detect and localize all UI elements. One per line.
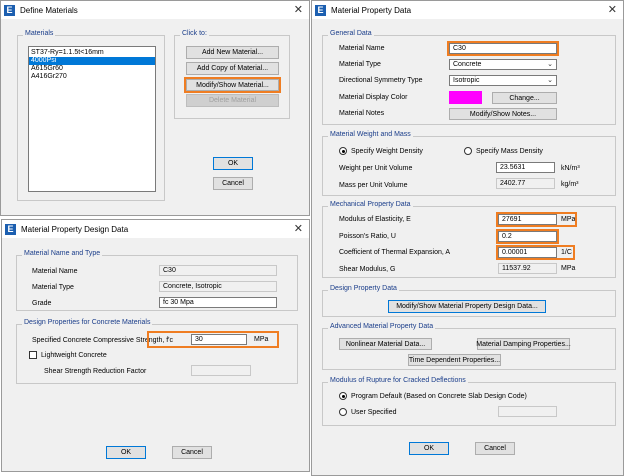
display-color-swatch (449, 91, 482, 104)
weight-per-volume-field[interactable]: 23.5631 (496, 162, 555, 173)
poisson-highlight (496, 229, 559, 244)
specify-weight-label: Specify Weight Density (351, 148, 423, 155)
mechanical-title: Mechanical Property Data (328, 201, 413, 208)
shear-reduction-field (191, 365, 251, 376)
modify-notes-button[interactable]: Modify/Show Notes... (449, 108, 557, 120)
close-icon[interactable]: ✕ (608, 3, 617, 17)
thermal-expansion-label: Coefficient of Thermal Expansion, A (339, 249, 451, 256)
cancel-button[interactable]: Cancel (213, 177, 253, 190)
material-property-window: E Material Property Data ✕ General Data … (311, 0, 624, 476)
lightweight-label: Lightweight Concrete (41, 352, 107, 359)
list-item-selected[interactable]: 4000Psi (29, 57, 155, 65)
design-data-window: E Material Property Design Data ✕ Materi… (1, 219, 310, 472)
etabs-app-icon: E (315, 4, 326, 16)
materials-group: Materials ST37-Ry=1.1.5t<16mm 4000Psi A6… (17, 30, 165, 201)
define-materials-titlebar: E Define Materials ✕ (1, 1, 309, 19)
etabs-app-icon: E (5, 223, 16, 235)
display-color-label: Material Display Color (339, 94, 408, 101)
mass-per-volume-label: Mass per Unit Volume (339, 182, 408, 189)
elasticity-label: Modulus of Elasticity, E (339, 216, 411, 223)
delete-material-button[interactable]: Delete Material (186, 94, 279, 107)
grade-label: Grade (32, 300, 52, 307)
cancel-button[interactable]: Cancel (172, 446, 212, 459)
shear-modulus-field: 11537.92 (498, 263, 557, 274)
window-title: Material Property Design Data (21, 224, 129, 234)
window-title: Material Property Data (331, 5, 412, 15)
specify-mass-label: Specify Mass Density (476, 148, 543, 155)
thermal-expansion-highlight (496, 245, 575, 260)
weight-mass-title: Material Weight and Mass (328, 131, 413, 138)
user-specified-field (498, 406, 557, 417)
damping-properties-button[interactable]: Material Damping Properties... (476, 338, 571, 350)
close-icon[interactable]: ✕ (294, 222, 303, 236)
ok-button[interactable]: OK (409, 442, 449, 455)
material-name-label: Material Name (339, 45, 385, 52)
design-data-button[interactable]: Modify/Show Material Property Design Dat… (388, 300, 546, 313)
materials-list[interactable]: ST37-Ry=1.1.5t<16mm 4000Psi A615Gr60 A41… (28, 46, 156, 192)
shear-modulus-unit: MPa (561, 265, 576, 272)
nonlinear-data-button[interactable]: Nonlinear Material Data... (339, 338, 432, 350)
material-type-value: Concrete (453, 61, 482, 68)
change-color-button[interactable]: Change... (492, 92, 557, 104)
material-property-titlebar: E Material Property Data ✕ (312, 1, 623, 19)
list-item[interactable]: ST37-Ry=1.1.5t<16mm (29, 49, 155, 57)
symmetry-type-select[interactable]: Isotropic ⌄ (449, 75, 557, 86)
symmetry-type-value: Isotropic (453, 77, 480, 84)
specify-mass-radio[interactable] (464, 147, 472, 155)
material-type-label: Material Type (32, 284, 74, 291)
material-type-select[interactable]: Concrete ⌄ (449, 59, 557, 70)
chevron-down-icon: ⌄ (547, 60, 553, 68)
design-property-title: Design Property Data (328, 285, 399, 292)
material-name-label: Material Name (32, 268, 78, 275)
shear-modulus-label: Shear Modulus, G (339, 266, 396, 273)
user-specified-radio[interactable] (339, 408, 347, 416)
cancel-button[interactable]: Cancel (475, 442, 515, 455)
general-data-title: General Data (328, 30, 374, 37)
user-specified-label: User Specified (351, 409, 397, 416)
specify-weight-radio[interactable] (339, 147, 347, 155)
ok-button[interactable]: OK (106, 446, 146, 459)
program-default-label: Program Default (Based on Concrete Slab … (351, 393, 527, 400)
concrete-props-title: Design Properties for Concrete Materials (22, 319, 153, 326)
lightweight-checkbox[interactable] (29, 351, 37, 359)
program-default-radio[interactable] (339, 392, 347, 400)
list-item[interactable]: A615Gr60 (29, 65, 155, 73)
ok-button[interactable]: OK (213, 157, 253, 170)
weight-unit: kN/m³ (561, 165, 580, 172)
elasticity-highlight (496, 212, 577, 227)
list-item[interactable]: A416Gr270 (29, 73, 155, 81)
grade-field[interactable]: fc 30 Mpa (159, 297, 277, 308)
material-type-field: Concrete, Isotropic (159, 281, 277, 292)
poisson-label: Poisson's Ratio, U (339, 233, 396, 240)
close-icon[interactable]: ✕ (294, 3, 303, 17)
materials-group-title: Materials (23, 30, 56, 37)
etabs-app-icon: E (4, 4, 15, 16)
symmetry-type-label: Directional Symmetry Type (339, 77, 423, 84)
weight-per-volume-label: Weight per Unit Volume (339, 165, 413, 172)
design-data-titlebar: E Material Property Design Data ✕ (2, 220, 309, 238)
define-materials-window: E Define Materials ✕ Materials ST37-Ry=1… (0, 0, 310, 216)
rupture-group: Modulus of Rupture for Cracked Deflectio… (322, 377, 616, 426)
name-type-title: Material Name and Type (22, 250, 103, 257)
rupture-title: Modulus of Rupture for Cracked Deflectio… (328, 377, 468, 384)
add-new-material-button[interactable]: Add New Material... (186, 46, 279, 59)
material-name-highlight (447, 41, 559, 56)
mass-per-volume-field: 2402.77 (496, 178, 555, 189)
material-notes-label: Material Notes (339, 110, 385, 117)
shear-reduction-label: Shear Strength Reduction Factor (44, 368, 147, 375)
chevron-down-icon: ⌄ (547, 76, 553, 84)
fc-highlight (147, 331, 279, 348)
material-type-label: Material Type (339, 61, 381, 68)
click-to-group-title: Click to: (180, 30, 209, 37)
window-title: Define Materials (20, 5, 78, 15)
add-copy-material-button[interactable]: Add Copy of Material... (186, 62, 279, 75)
mass-unit: kg/m³ (561, 181, 579, 188)
material-name-field: C30 (159, 265, 277, 276)
time-dependent-button[interactable]: Time Dependent Properties... (408, 354, 501, 366)
advanced-title: Advanced Material Property Data (328, 323, 436, 330)
modify-material-highlight (184, 77, 281, 93)
